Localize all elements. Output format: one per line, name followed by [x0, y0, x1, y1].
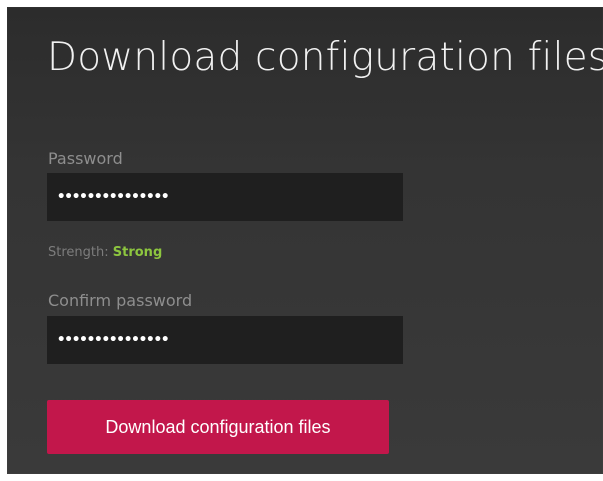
confirm-password-field[interactable]: •••••••••••••••: [47, 316, 403, 364]
confirm-password-label: Confirm password: [48, 291, 193, 310]
strength-label: Strength:: [48, 245, 109, 260]
download-configuration-files-button[interactable]: Download configuration files: [47, 400, 389, 454]
password-field[interactable]: •••••••••••••••: [47, 173, 403, 221]
password-strength: Strength: Strong: [48, 245, 162, 260]
confirm-password-masked-value: •••••••••••••••: [57, 332, 169, 348]
password-masked-value: •••••••••••••••: [57, 189, 169, 205]
page-title: Download configuration files: [47, 35, 603, 80]
strength-value: Strong: [112, 245, 163, 260]
password-label: Password: [48, 149, 123, 168]
download-config-panel: Download configuration files Password ••…: [7, 7, 603, 474]
